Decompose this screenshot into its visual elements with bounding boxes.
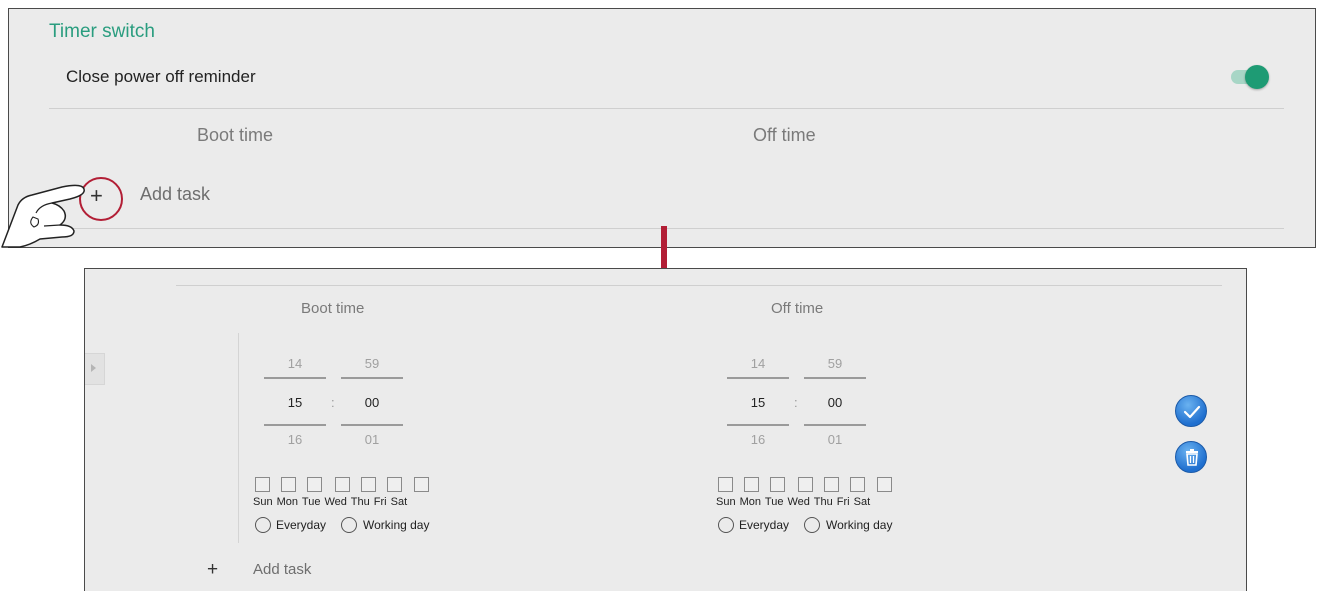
- off-everyday-label[interactable]: Everyday: [739, 518, 789, 532]
- boot-minute-value[interactable]: 00: [341, 395, 403, 410]
- toggle-knob[interactable]: [1245, 65, 1269, 89]
- picker-line: [727, 424, 789, 426]
- off-working-day-radio[interactable]: [804, 517, 820, 533]
- picker-line: [341, 377, 403, 379]
- off-day-sun-checkbox[interactable]: [718, 477, 733, 492]
- boot-time-header: Boot time: [197, 125, 274, 145]
- boot-everyday-radio[interactable]: [255, 517, 271, 533]
- boot-minute-prev[interactable]: 59: [341, 356, 403, 371]
- off-day-tue-checkbox[interactable]: [770, 477, 785, 492]
- boot-day-wed-checkbox[interactable]: [335, 477, 350, 492]
- picker-line: [804, 424, 866, 426]
- off-day-thu-checkbox[interactable]: [824, 477, 839, 492]
- off-everyday-radio[interactable]: [718, 517, 734, 533]
- add-task-plus-icon[interactable]: +: [207, 560, 218, 579]
- close-power-off-reminder-label: Close power off reminder: [66, 67, 256, 86]
- side-expand-icon[interactable]: [91, 364, 96, 372]
- delete-button[interactable]: [1175, 441, 1207, 473]
- vertical-divider: [238, 333, 239, 543]
- boot-day-fri-checkbox[interactable]: [387, 477, 402, 492]
- boot-hour-value[interactable]: 15: [264, 395, 326, 410]
- off-minute-next[interactable]: 01: [804, 432, 866, 447]
- boot-days-labels: Sun Mon Tue Wed Thu Fri Sat: [253, 496, 408, 508]
- boot-working-day-label[interactable]: Working day: [363, 518, 429, 532]
- boot-day-sun-checkbox[interactable]: [255, 477, 270, 492]
- off-time-header: Off time: [753, 125, 816, 145]
- picker-line: [804, 377, 866, 379]
- off-working-day-label[interactable]: Working day: [826, 518, 892, 532]
- off-hour-prev[interactable]: 14: [727, 356, 789, 371]
- time-separator: :: [794, 395, 798, 410]
- boot-everyday-label[interactable]: Everyday: [276, 518, 326, 532]
- add-task-label[interactable]: Add task: [253, 561, 311, 578]
- boot-hour-next[interactable]: 16: [264, 432, 326, 447]
- picker-line: [264, 424, 326, 426]
- off-day-fri-checkbox[interactable]: [850, 477, 865, 492]
- boot-hour-prev[interactable]: 14: [264, 356, 326, 371]
- divider: [176, 285, 1222, 286]
- picker-line: [727, 377, 789, 379]
- timer-switch-title: Timer switch: [49, 21, 155, 42]
- task-editor-panel: Boot time Off time 14 59 15 : 00 16 01 S…: [84, 268, 1247, 591]
- off-day-sat-checkbox[interactable]: [877, 477, 892, 492]
- picker-line: [341, 424, 403, 426]
- add-task-label[interactable]: Add task: [140, 184, 210, 205]
- boot-minute-next[interactable]: 01: [341, 432, 403, 447]
- off-time-header: Off time: [771, 300, 824, 317]
- pointing-hand-icon: [1, 184, 85, 248]
- timer-switch-panel: Timer switch Close power off reminder Bo…: [8, 8, 1316, 248]
- picker-line: [264, 377, 326, 379]
- off-minute-prev[interactable]: 59: [804, 356, 866, 371]
- boot-day-thu-checkbox[interactable]: [361, 477, 376, 492]
- off-day-mon-checkbox[interactable]: [744, 477, 759, 492]
- side-expand-tab[interactable]: [85, 353, 105, 385]
- off-hour-next[interactable]: 16: [727, 432, 789, 447]
- off-days-labels: Sun Mon Tue Wed Thu Fri Sat: [716, 496, 871, 508]
- boot-day-mon-checkbox[interactable]: [281, 477, 296, 492]
- boot-time-header: Boot time: [301, 300, 365, 317]
- confirm-button[interactable]: [1175, 395, 1207, 427]
- boot-day-sat-checkbox[interactable]: [414, 477, 429, 492]
- divider: [49, 108, 1284, 109]
- boot-day-tue-checkbox[interactable]: [307, 477, 322, 492]
- time-separator: :: [331, 395, 335, 410]
- trash-icon: [1186, 449, 1198, 466]
- off-day-wed-checkbox[interactable]: [798, 477, 813, 492]
- check-icon: [1183, 405, 1201, 419]
- off-minute-value[interactable]: 00: [804, 395, 866, 410]
- off-hour-value[interactable]: 15: [727, 395, 789, 410]
- boot-working-day-radio[interactable]: [341, 517, 357, 533]
